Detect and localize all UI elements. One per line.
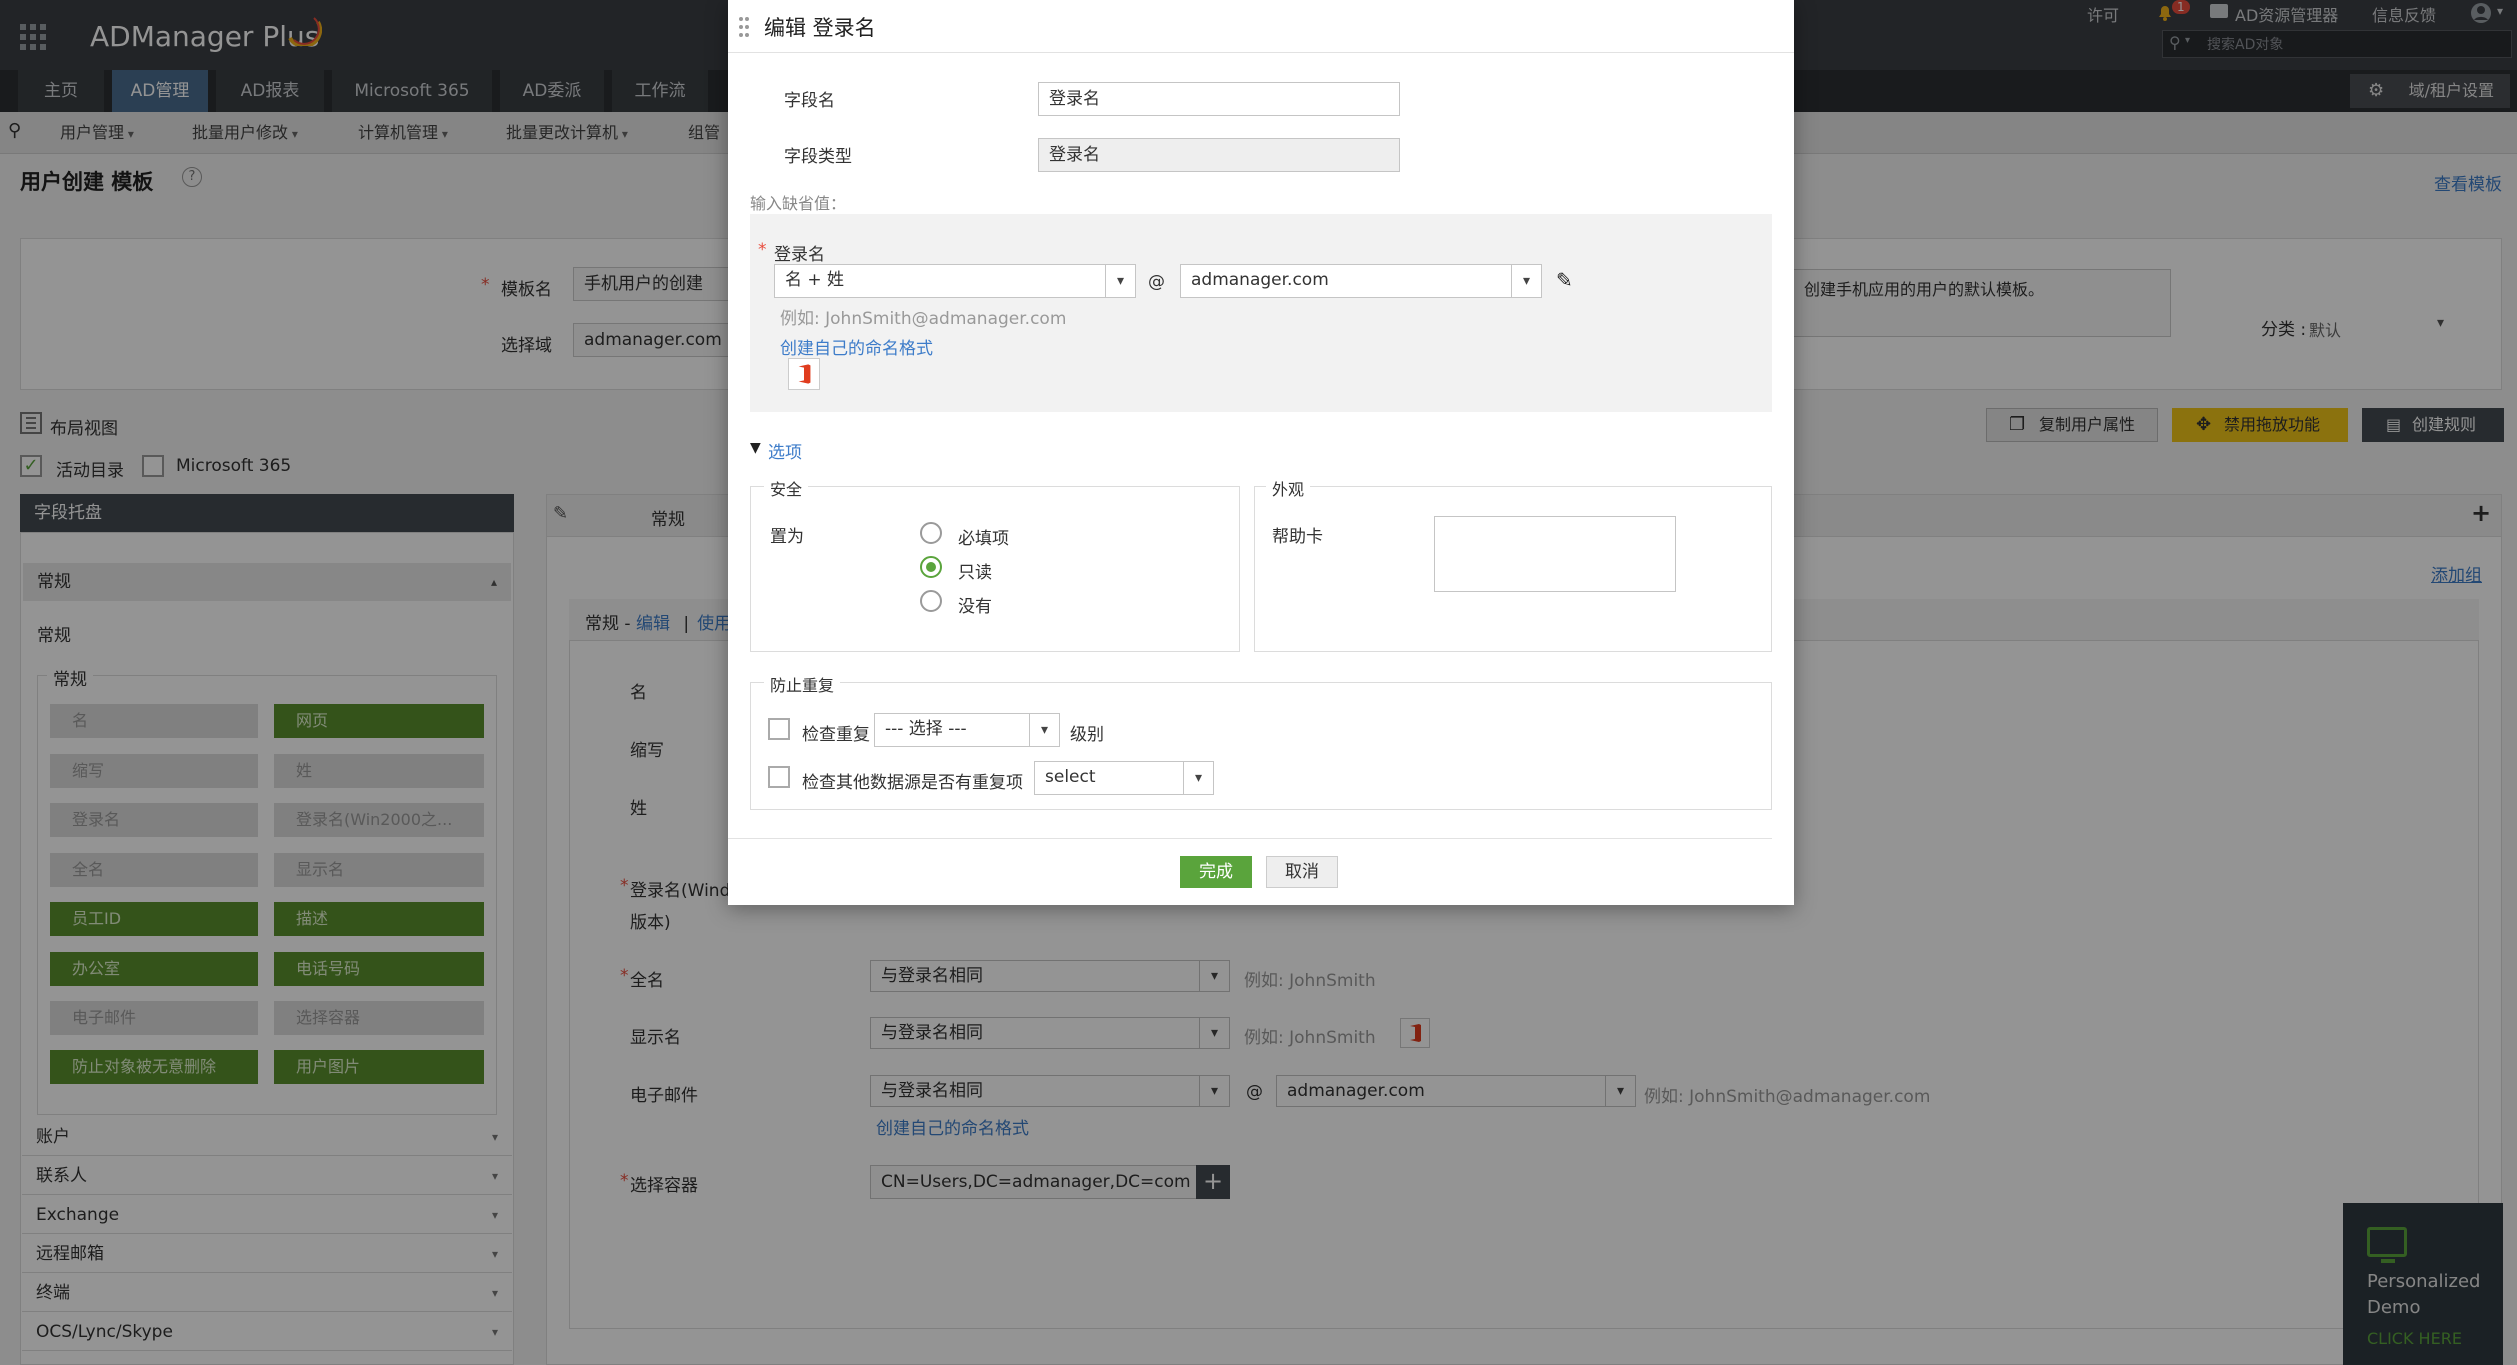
radio-none[interactable] — [920, 590, 942, 612]
required-mark: * — [758, 240, 767, 260]
chevron-down-icon: ▾ — [1183, 762, 1213, 794]
chevron-down-icon: ▾ — [1511, 265, 1541, 297]
help-card-label: 帮助卡 — [1272, 527, 1323, 547]
field-type-label: 字段类型 — [784, 147, 852, 167]
prevent-duplicate-title: 防止重复 — [764, 672, 841, 696]
radio-readonly[interactable] — [920, 556, 942, 578]
chevron-down-icon: ▾ — [1105, 265, 1135, 297]
edit-pencil-icon[interactable]: ✎ — [1556, 268, 1573, 292]
field-type-input: 登录名 — [1038, 138, 1400, 172]
check-duplicate-label: 检查重复 — [802, 725, 870, 745]
logon-name-label: 登录名 — [774, 245, 825, 265]
logon-example: 例如: JohnSmith@admanager.com — [780, 309, 1067, 329]
help-card-textarea[interactable] — [1434, 516, 1676, 592]
duplicate-scope-value: --- 选择 --- — [885, 719, 967, 739]
field-name-label: 字段名 — [784, 91, 835, 111]
logon-format-select[interactable]: 名 + 姓 ▾ — [774, 264, 1136, 298]
level-label: 级别 — [1070, 725, 1104, 745]
radio-required[interactable] — [920, 522, 942, 544]
dialog-footer-divider — [728, 838, 1772, 839]
field-name-value: 登录名 — [1049, 89, 1100, 109]
dialog-title-divider — [728, 52, 1794, 53]
security-group-title: 安全 — [764, 476, 809, 500]
cancel-button[interactable]: 取消 — [1266, 856, 1338, 888]
other-source-select[interactable]: select ▾ — [1034, 761, 1214, 795]
radio-required-label: 必填项 — [958, 529, 1009, 549]
field-name-input[interactable]: 登录名 — [1038, 82, 1400, 116]
duplicate-scope-select[interactable]: --- 选择 --- ▾ — [874, 713, 1060, 747]
radio-readonly-label: 只读 — [958, 563, 992, 583]
edit-logon-name-dialog: 编辑 登录名 字段名 登录名 字段类型 登录名 输入缺省值： * 登录名 名 +… — [728, 0, 1794, 905]
logon-domain-select[interactable]: admanager.com ▾ — [1180, 264, 1542, 298]
logon-format-value: 名 + 姓 — [785, 270, 845, 290]
create-format-link[interactable]: 创建自己的命名格式 — [780, 334, 933, 359]
appearance-group-title: 外观 — [1266, 476, 1311, 500]
field-type-value: 登录名 — [1049, 145, 1100, 165]
done-button[interactable]: 完成 — [1180, 856, 1252, 888]
logon-domain-value: admanager.com — [1191, 270, 1329, 290]
set-as-label: 置为 — [770, 527, 804, 547]
chevron-down-icon: ▾ — [1029, 714, 1059, 746]
other-source-value: select — [1045, 767, 1096, 787]
check-other-source-label: 检查其他数据源是否有重复项 — [802, 773, 1023, 793]
default-value-label: 输入缺省值： — [750, 194, 847, 213]
dialog-title: 编辑 登录名 — [764, 16, 876, 40]
check-duplicate-checkbox[interactable] — [768, 718, 790, 740]
check-other-source-checkbox[interactable] — [768, 766, 790, 788]
options-toggle[interactable]: 选项 — [768, 438, 802, 463]
security-group — [750, 486, 1240, 652]
drag-handle-icon[interactable] — [738, 16, 750, 38]
caret-down-icon[interactable]: ▼ — [750, 440, 761, 456]
office365-icon[interactable] — [788, 358, 820, 390]
radio-none-label: 没有 — [958, 597, 992, 617]
logon-at-sign: @ — [1148, 272, 1165, 292]
